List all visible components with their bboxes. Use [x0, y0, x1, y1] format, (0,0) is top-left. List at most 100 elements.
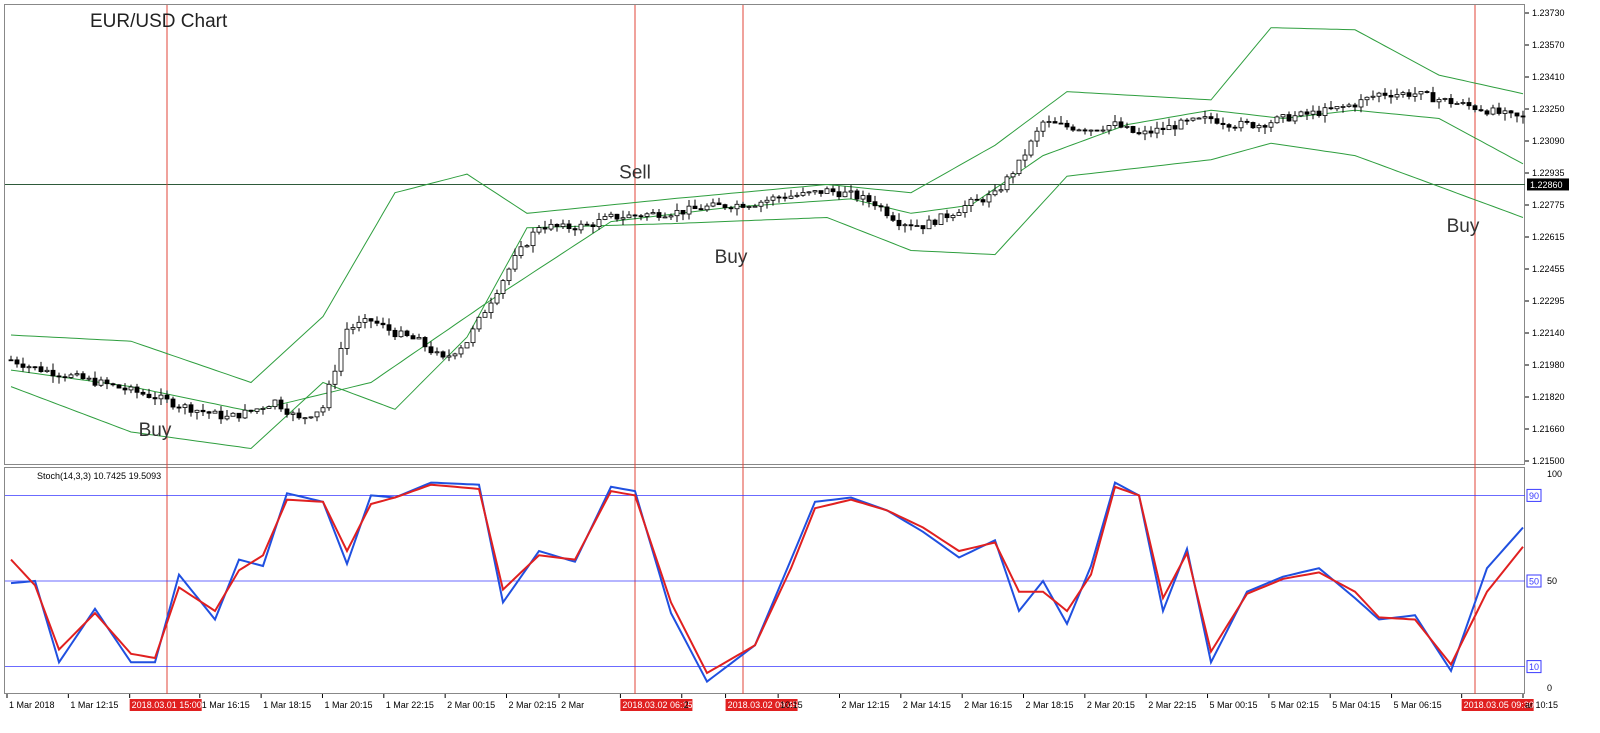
candle-body: [392, 329, 398, 338]
candle-body: [1022, 154, 1028, 161]
time-axis-label: ar 10:15: [1525, 700, 1558, 710]
time-axis-label: 2 Mar 12:15: [841, 700, 889, 710]
candle-body: [272, 399, 278, 408]
candle-body: [524, 245, 530, 248]
time-axis-label: 1 Mar 12:15: [70, 700, 118, 710]
time-axis-label: 5 Mar 02:15: [1271, 700, 1319, 710]
candle-body: [56, 375, 62, 378]
candle-body: [410, 335, 416, 340]
candle-body: [1328, 107, 1334, 110]
candle-body: [974, 198, 980, 201]
candle-body: [1034, 130, 1040, 142]
candle-body: [986, 194, 992, 203]
time-axis-label: 1 Mar 2018: [9, 700, 55, 710]
candle-body: [662, 216, 668, 219]
candle-body: [884, 206, 890, 217]
candle-body: [1274, 116, 1280, 124]
candle-body: [992, 190, 998, 196]
candle-body: [1454, 103, 1460, 105]
candle-body: [356, 321, 362, 328]
candle-body: [968, 198, 974, 206]
candle-body: [758, 201, 764, 207]
candle-body: [368, 318, 374, 322]
chart-canvas[interactable]: 1.23730 1.23570 1.23410 1.23250 1.23090 1.229…: [0, 0, 1600, 733]
candle-body: [1178, 119, 1184, 130]
candle-body: [1082, 129, 1088, 132]
candle-body: [950, 215, 956, 219]
current-price-label: 1.22860: [1530, 180, 1563, 190]
candle-body: [536, 227, 542, 233]
candle-body: [1280, 114, 1286, 118]
candle-body: [344, 328, 350, 349]
candle-body: [242, 409, 248, 419]
candle-body: [302, 417, 308, 420]
candle-body: [812, 190, 818, 193]
candle-body: [458, 347, 464, 355]
candle-body: [590, 224, 596, 228]
price-axis-label: 1.23730: [1532, 8, 1565, 18]
candle-body: [1448, 98, 1454, 105]
candle-body: [1322, 107, 1328, 116]
candle-body: [746, 206, 752, 208]
candle-body: [1406, 92, 1412, 97]
time-axis-label: 2 Mar 20:15: [1087, 700, 1135, 710]
time-axis-label: 1 Mar 18:15: [263, 700, 311, 710]
candle-body: [1304, 111, 1310, 115]
bollinger-middle-band: [10, 109, 1524, 412]
stoch-axis-label: 0: [1547, 683, 1552, 693]
time-axis-label: 2 Mar: [561, 700, 584, 710]
candle-body: [698, 208, 704, 211]
candle-body: [800, 192, 806, 196]
price-axis-label: 1.21660: [1532, 424, 1565, 434]
candle-body: [1358, 99, 1364, 108]
candle-body: [602, 216, 608, 220]
candle-body: [8, 359, 14, 362]
candle-body: [1124, 126, 1130, 128]
candle-body: [1388, 95, 1394, 98]
candle-body: [1076, 129, 1082, 132]
candle-body: [62, 376, 68, 379]
candle-body: [1244, 120, 1250, 123]
price-axis-label: 1.23410: [1532, 72, 1565, 82]
candle-body: [842, 191, 848, 198]
candle-body: [1496, 107, 1502, 114]
candle-body: [1442, 98, 1448, 100]
candle-body: [422, 337, 428, 348]
candle-body: [1400, 92, 1406, 95]
candle-body: [1352, 104, 1358, 108]
price-axis-label: 1.23250: [1532, 104, 1565, 114]
price-axis-label: 1.22455: [1532, 264, 1565, 274]
candle-body: [668, 215, 674, 218]
candle-body: [1220, 122, 1226, 125]
candle-body: [194, 409, 200, 413]
candle-body: [314, 411, 320, 418]
candle-body: [266, 406, 272, 409]
candle-body: [1088, 129, 1094, 132]
candle-body: [650, 212, 656, 215]
candle-body: [1052, 121, 1058, 124]
bollinger-lower-band: [10, 142, 1524, 450]
candle-body: [656, 212, 662, 218]
candle-body: [68, 374, 74, 378]
stoch-axis-label: 50: [1547, 576, 1557, 586]
candle-body: [110, 383, 116, 386]
candle-body: [1256, 125, 1262, 129]
candle-body: [980, 199, 986, 203]
candle-body: [212, 410, 218, 414]
candle-body: [1166, 125, 1172, 131]
candle-body: [794, 194, 800, 197]
candle-body: [998, 189, 1004, 192]
candle-body: [1514, 112, 1520, 117]
candle-body: [818, 190, 824, 194]
candle-body: [236, 412, 242, 419]
candle-body: [512, 255, 518, 270]
candle-body: [464, 342, 470, 349]
candle-body: [500, 280, 506, 294]
candle-body: [224, 415, 230, 420]
candle-body: [146, 393, 152, 398]
time-axis-label: 2 Mar 22:15: [1148, 700, 1196, 710]
candle-body: [1100, 129, 1106, 132]
candle-body: [848, 190, 854, 193]
candle-body: [854, 190, 860, 200]
candle-body: [188, 404, 194, 413]
